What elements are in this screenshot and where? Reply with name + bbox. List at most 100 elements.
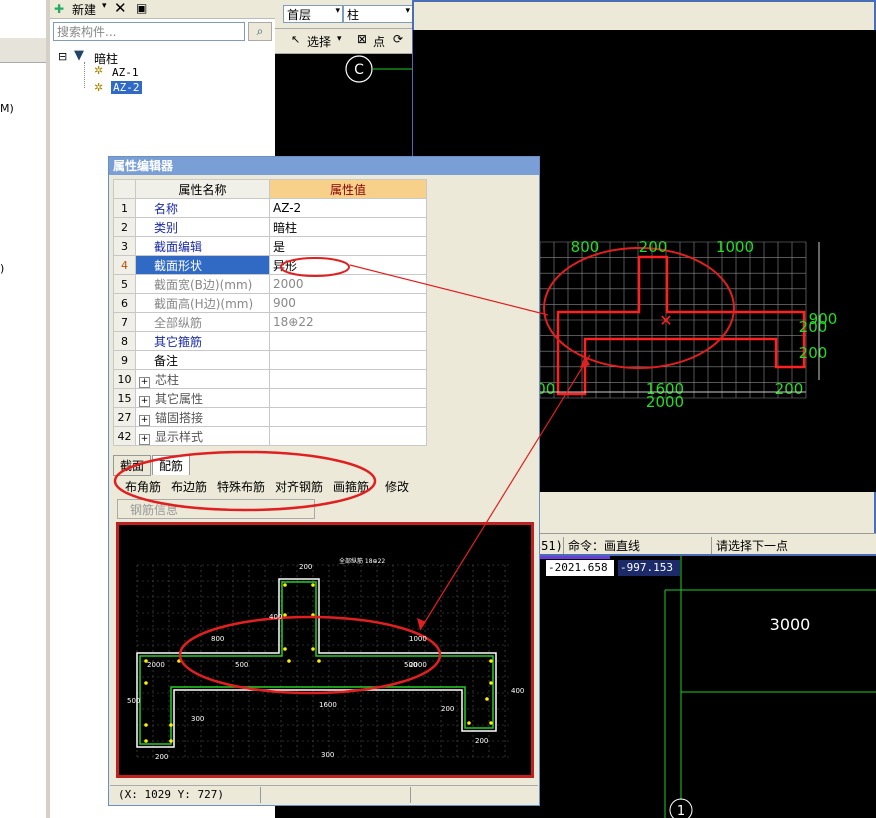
section-dim-label: 200 [475, 737, 488, 745]
property-name[interactable]: + 芯柱 [135, 369, 270, 389]
row-number: 15 [113, 388, 136, 408]
property-name[interactable]: 全部纵筋 [135, 312, 270, 332]
section-dim-label: 200 [155, 753, 168, 761]
section-dim-label: 500 [127, 697, 140, 705]
rebar-point [311, 583, 315, 587]
property-value[interactable]: AZ-2 [269, 198, 427, 218]
property-row[interactable]: 2 类别 暗柱 [113, 217, 427, 237]
property-status: (X: 1029 Y: 727) [110, 785, 538, 805]
rebar-point [311, 647, 315, 651]
section-dim-label: 1000 [409, 635, 427, 643]
section-dim-label: 400 [511, 687, 524, 695]
status-divider [260, 787, 261, 803]
property-value[interactable]: 是 [269, 236, 427, 256]
rebar-point [169, 739, 173, 743]
section-dim-label: 1600 [319, 701, 337, 709]
rebar-point [283, 583, 287, 587]
rebar-point [489, 681, 493, 685]
row-number: 8 [113, 331, 136, 351]
row-number: 9 [113, 350, 136, 370]
section-dim-label: 400 [269, 613, 282, 621]
status-divider [410, 787, 411, 803]
property-name[interactable]: 截面宽(B边)(mm) [135, 274, 270, 294]
property-name[interactable]: + 其它属性 [135, 388, 270, 408]
property-name[interactable]: + 显示样式 [135, 426, 270, 446]
property-row[interactable]: 6 截面高(H边)(mm) 900 [113, 293, 427, 313]
expand-plus-icon[interactable]: + [139, 414, 150, 426]
expand-plus-icon[interactable]: + [139, 395, 150, 407]
property-row[interactable]: 15 + 其它属性 [113, 388, 427, 408]
origin-marker-icon: ✕ [659, 311, 672, 330]
property-row[interactable]: 3 截面编辑 是 [113, 236, 427, 256]
property-name[interactable]: 截面高(H边)(mm) [135, 293, 270, 313]
rebar-point [283, 613, 287, 617]
annotation-ellipse [178, 615, 442, 695]
property-name[interactable]: 截面编辑 [135, 236, 270, 256]
property-value[interactable]: 900 [269, 293, 427, 313]
rebar-button[interactable]: 修改 [385, 478, 409, 495]
rebar-point [489, 659, 493, 663]
property-name-text: 锚固搭接 [155, 410, 204, 425]
expand-plus-icon[interactable]: + [139, 433, 150, 445]
section-label: 全部纵筋 18⊕22 [339, 557, 385, 565]
property-row[interactable]: 9 备注 [113, 350, 427, 370]
expand-plus-icon[interactable]: + [139, 376, 150, 388]
coord-x-input[interactable]: -2021.658 [546, 560, 614, 576]
property-value[interactable]: 暗柱 [269, 217, 427, 237]
property-name-text: 类别 [154, 220, 179, 235]
property-value[interactable] [269, 388, 427, 408]
coord-y-input[interactable]: -997.153 [618, 560, 680, 576]
property-row[interactable]: 1 名称 AZ-2 [113, 198, 427, 218]
property-name[interactable]: + 锚固搭接 [135, 407, 270, 427]
annotation-ellipse [113, 450, 377, 512]
property-name[interactable]: 截面形状 [135, 255, 270, 275]
dim-right: 200 [799, 344, 828, 362]
property-name-text: 备注 [154, 353, 179, 368]
rebar-point [169, 723, 173, 727]
annotation-ellipse-toolbar [113, 450, 377, 512]
row-number: 10 [113, 369, 136, 389]
row-number: 1 [113, 198, 136, 218]
property-value[interactable]: 18⊕22 [269, 312, 427, 332]
property-name[interactable]: 名称 [135, 198, 270, 218]
rebar-point [287, 659, 291, 663]
property-value[interactable] [269, 426, 427, 446]
property-value[interactable] [269, 331, 427, 351]
property-value[interactable] [269, 407, 427, 427]
property-value[interactable] [269, 369, 427, 389]
row-number: 5 [113, 274, 136, 294]
property-name-text: 显示样式 [155, 429, 204, 444]
table-corner [113, 179, 136, 199]
row-number: 3 [113, 236, 136, 256]
section-dim-label: 500 [235, 661, 248, 669]
dim-top: 200 [639, 238, 668, 256]
dim-top: 1000 [716, 238, 754, 256]
rebar-point [144, 739, 148, 743]
section-grid [136, 564, 509, 760]
section-canvas[interactable]: 200 400 800 1000 500 500 1600 300 500 200 200 400 20… [116, 522, 534, 778]
property-name[interactable]: 备注 [135, 350, 270, 370]
rebar-point [489, 721, 493, 725]
property-row[interactable]: 5 截面宽(B边)(mm) 2000 [113, 274, 427, 294]
property-value[interactable] [269, 350, 427, 370]
property-name-text: 截面宽(B边)(mm) [154, 277, 253, 292]
property-row[interactable]: 42 + 显示样式 [113, 426, 427, 446]
section-dim-label: 2000 [147, 661, 165, 669]
dim-top: 800 [571, 238, 600, 256]
property-name-text: 截面高(H边)(mm) [154, 296, 254, 311]
row-number: 4 [113, 255, 136, 275]
property-name[interactable]: 类别 [135, 217, 270, 237]
property-row[interactable]: 8 其它箍筋 [113, 331, 427, 351]
property-row[interactable]: 7 全部纵筋 18⊕22 [113, 312, 427, 332]
property-row[interactable]: 4 截面形状 异形 [113, 255, 427, 275]
property-name[interactable]: 其它箍筋 [135, 331, 270, 351]
column-header-value: 属性值 [269, 179, 427, 199]
property-name-text: 全部纵筋 [154, 315, 203, 330]
property-row[interactable]: 27 + 锚固搭接 [113, 407, 427, 427]
dim-bottom: 200 [775, 380, 804, 398]
dim-bottom: 2000 [646, 393, 684, 411]
property-row[interactable]: 10 + 芯柱 [113, 369, 427, 389]
property-name-text: 芯柱 [155, 372, 180, 387]
section-dim-label: 300 [321, 751, 334, 759]
row-number: 2 [113, 217, 136, 237]
